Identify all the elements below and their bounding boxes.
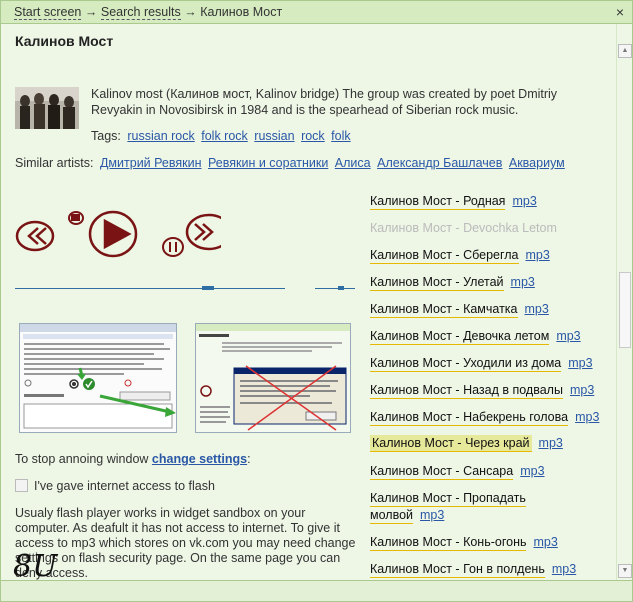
stop-icon[interactable] [68, 211, 84, 225]
mp3-link[interactable]: mp3 [568, 356, 592, 370]
track-title[interactable]: Калинов Мост - Конь-огонь [370, 535, 527, 551]
track-item[interactable]: Калинов Мост - Уходили из дома mp3 [370, 356, 593, 372]
change-settings-link[interactable]: change settings [152, 452, 247, 466]
tags-label: Tags: [91, 129, 121, 143]
track-item[interactable]: Калинов Мост - Назад в подвалы mp3 [370, 383, 594, 399]
track-title[interactable]: Калинов Мост - Улетай [370, 275, 504, 291]
track-item[interactable]: Калинов Мост - Девочка летом mp3 [370, 329, 581, 345]
track-item[interactable]: Калинов Мост - Камчатка mp3 [370, 302, 549, 318]
mp3-link[interactable]: mp3 [539, 436, 563, 450]
similar-artist-link[interactable]: Дмитрий Ревякин [100, 156, 202, 170]
mp3-link[interactable]: mp3 [533, 535, 557, 549]
breadcrumb-separator: → [184, 5, 197, 19]
tag-link[interactable]: russian [254, 129, 294, 143]
track-title[interactable]: Калинов Мост - Сберегла [370, 248, 519, 264]
similar-artist-link[interactable]: Ревякин и соратники [208, 156, 328, 170]
track-item[interactable]: Калинов Мост - Улетай mp3 [370, 275, 535, 291]
flash-explanation: Usualy flash player works in widget sand… [15, 506, 356, 580]
stop-window-text: To stop annoing window [15, 452, 149, 466]
track-title[interactable]: Калинов Мост - Сансара [370, 464, 514, 480]
volume-handle[interactable] [338, 286, 344, 290]
mp3-link[interactable]: mp3 [420, 508, 444, 522]
mp3-link[interactable]: mp3 [520, 464, 544, 478]
breadcrumb-current: Калинов Мост [200, 5, 283, 19]
mp3-link[interactable]: mp3 [556, 329, 580, 343]
track-title[interactable]: Калинов Мост - Через край [370, 435, 532, 452]
signature-logo: 8U [13, 549, 58, 584]
mp3-link[interactable]: mp3 [575, 410, 599, 424]
track-item[interactable]: Калинов Мост - Набекрень голова mp3 [370, 410, 599, 426]
track-item-playing[interactable]: Калинов Мост - Через край mp3 [370, 435, 563, 452]
breadcrumb-search-results[interactable]: Search results [100, 5, 181, 20]
stop-window-hint: To stop annoing window change settings: [15, 452, 251, 466]
similar-artists-row: Similar artists: Дмитрий Ревякин Ревякин… [15, 156, 565, 170]
track-title[interactable]: Калинов Мост - Камчатка [370, 302, 518, 318]
mp3-link[interactable]: mp3 [570, 383, 594, 397]
tag-link[interactable]: folk rock [201, 129, 248, 143]
play-icon[interactable] [88, 210, 138, 258]
vertical-scrollbar[interactable]: ▲ ▼ [616, 24, 632, 580]
flash-dialog-screenshot [195, 323, 351, 433]
breadcrumb-bar: Start screen → Search results → Калинов … [1, 1, 632, 24]
track-title[interactable]: Калинов Мост - Девочка летом [370, 329, 550, 345]
breadcrumb: Start screen → Search results → Калинов … [14, 5, 283, 20]
widget-window: Start screen → Search results → Калинов … [0, 0, 633, 602]
track-item[interactable]: Калинов Мост - Конь-огонь mp3 [370, 535, 558, 551]
flash-settings-screenshot [19, 323, 177, 433]
bottom-bar [1, 580, 632, 601]
previous-icon[interactable] [15, 220, 55, 252]
mp3-link[interactable]: mp3 [511, 275, 535, 289]
seek-bar[interactable] [15, 288, 285, 289]
tags-row: Tags: russian rock folk rock russian roc… [91, 129, 351, 143]
track-title[interactable]: Калинов Мост - Назад в подвалы [370, 383, 563, 399]
breadcrumb-separator: → [84, 5, 98, 19]
track-item[interactable]: Калинов Мост - Сберегла mp3 [370, 248, 550, 264]
next-icon[interactable] [185, 213, 221, 251]
player-controls [15, 210, 221, 258]
mp3-link[interactable]: mp3 [525, 302, 549, 316]
track-title[interactable]: Калинов Мост - Гон в полдень [370, 562, 545, 578]
track-title-continued[interactable]: молвой [370, 508, 413, 524]
volume-bar[interactable] [315, 288, 355, 289]
colon: : [247, 452, 251, 466]
scroll-down-icon[interactable]: ▼ [618, 564, 632, 578]
track-item[interactable]: Калинов Мост - Пропадать [370, 491, 526, 507]
track-item: Калинов Мост - Devochka Letom [370, 221, 557, 235]
artist-title: Калинов Мост [15, 33, 114, 49]
track-title[interactable]: Калинов Мост - Уходили из дома [370, 356, 562, 372]
flash-access-checkbox[interactable] [15, 479, 28, 492]
tag-link[interactable]: rock [301, 129, 325, 143]
artist-description: Kalinov most (Калинов мост, Kalinov brid… [91, 87, 558, 117]
breadcrumb-start[interactable]: Start screen [14, 5, 82, 20]
track-item-continued[interactable]: молвой mp3 [370, 508, 444, 524]
flash-access-checkbox-row[interactable]: I've gave internet access to flash [15, 479, 215, 493]
flash-access-label: I've gave internet access to flash [34, 479, 215, 493]
seek-handle[interactable] [202, 286, 214, 290]
pause-icon[interactable] [162, 237, 184, 257]
track-item[interactable]: Калинов Мост - Гон в полдень mp3 [370, 562, 576, 578]
similar-artist-link[interactable]: Аквариум [509, 156, 565, 170]
scrollbar-thumb[interactable] [619, 272, 631, 348]
mp3-link[interactable]: mp3 [552, 562, 576, 576]
mp3-link[interactable]: mp3 [512, 194, 536, 208]
close-icon[interactable]: × [616, 4, 624, 20]
track-title[interactable]: Калинов Мост - Пропадать [370, 491, 526, 507]
track-item[interactable]: Калинов Мост - Родная mp3 [370, 194, 537, 210]
track-title[interactable]: Калинов Мост - Родная [370, 194, 506, 210]
track-title: Калинов Мост - Devochka Letom [370, 221, 557, 235]
similar-artist-link[interactable]: Алиса [335, 156, 371, 170]
track-title[interactable]: Калинов Мост - Набекрень голова [370, 410, 569, 426]
tag-link[interactable]: folk [331, 129, 350, 143]
similar-artist-link[interactable]: Александр Башлачев [377, 156, 502, 170]
track-item[interactable]: Калинов Мост - Сансара mp3 [370, 464, 545, 480]
similar-label: Similar artists: [15, 156, 94, 170]
artist-photo [15, 87, 79, 129]
scroll-up-icon[interactable]: ▲ [618, 44, 632, 58]
mp3-link[interactable]: mp3 [526, 248, 550, 262]
tag-link[interactable]: russian rock [127, 129, 194, 143]
